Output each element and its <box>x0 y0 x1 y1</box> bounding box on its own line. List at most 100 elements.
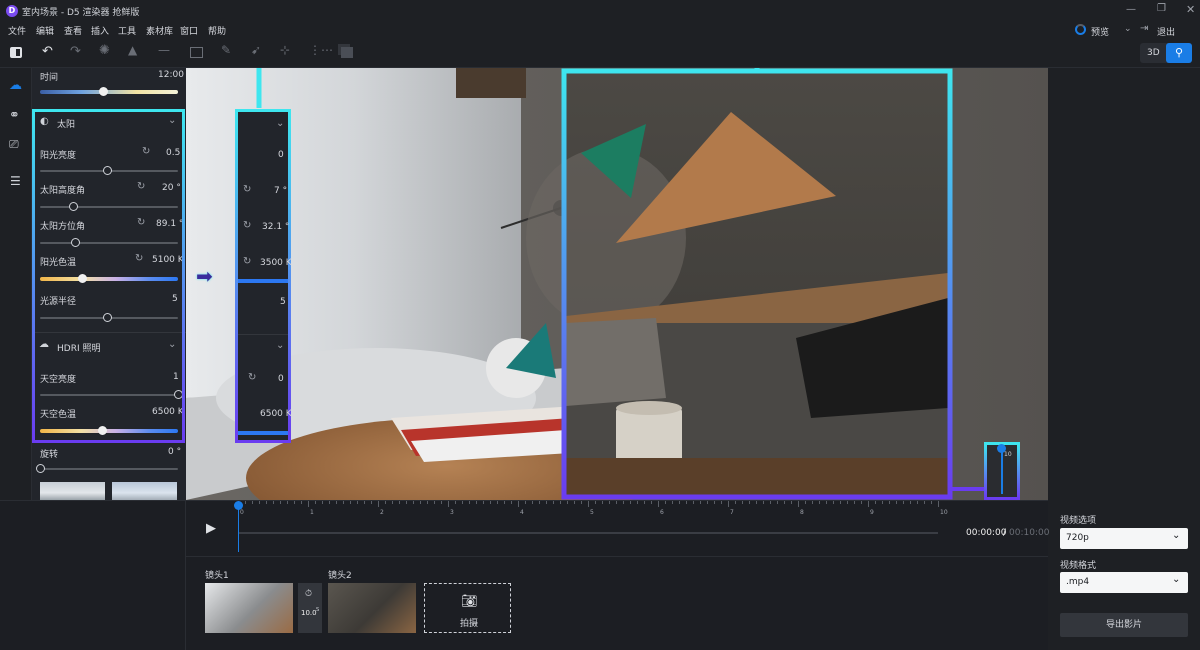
ruler-label: 10 <box>940 509 948 516</box>
camera-icon[interactable]: ⎚ <box>9 137 19 152</box>
menu-assets[interactable]: 素材库 <box>146 24 173 37</box>
close-icon[interactable]: ✕ <box>1186 3 1195 16</box>
ruler-tick <box>826 501 827 504</box>
ruler-tick <box>609 501 610 504</box>
panel-toggle-icon[interactable] <box>10 47 22 58</box>
reset-icon[interactable]: ↻ <box>243 256 251 267</box>
redo-icon[interactable]: ↷ <box>70 44 81 59</box>
ruler-label: 0 <box>240 509 244 516</box>
export-video-button[interactable]: 导出影片 <box>1060 613 1188 637</box>
ruler-tick <box>630 501 631 504</box>
restore-icon[interactable]: ❐ <box>1157 3 1166 14</box>
ruler-tick <box>658 501 659 507</box>
undo-icon[interactable]: ↶ <box>42 44 53 59</box>
format-select[interactable]: .mp4 ⌄ <box>1060 572 1188 593</box>
ruler-tick <box>875 501 876 504</box>
weather-icon[interactable]: ☁ <box>9 78 22 93</box>
pointer-tool-icon[interactable]: ➹ <box>251 43 261 57</box>
ruler-tick <box>637 501 638 504</box>
light-icon[interactable]: ✺ <box>99 43 110 58</box>
transform-icon[interactable]: ⊹ <box>280 43 290 57</box>
ruler-tick <box>721 501 722 504</box>
total-time: 00:10:00 <box>1009 528 1050 538</box>
ruler-tick <box>805 501 806 504</box>
left-panel-callout-frame <box>32 109 185 443</box>
rect-tool-icon[interactable] <box>190 47 203 58</box>
exit-button[interactable]: 退出 <box>1157 25 1175 38</box>
view-3d-button[interactable]: 3D <box>1147 48 1160 58</box>
ruler-tick <box>525 501 526 504</box>
video-options-label: 视频选项 <box>1060 516 1097 526</box>
notes-icon[interactable]: ☰ <box>10 174 21 188</box>
ruler-tick <box>336 501 337 504</box>
menu-view[interactable]: 查看 <box>64 24 82 37</box>
chevron-down-icon: ⌄ <box>276 118 285 129</box>
play-icon[interactable]: ▶ <box>206 521 216 536</box>
menu-window[interactable]: 窗口 <box>180 24 198 37</box>
preview-button[interactable]: 预览 <box>1091 25 1109 38</box>
resolution-select[interactable]: 720p ⌄ <box>1060 528 1188 549</box>
title-bar: D 室内场景 - D5 渲染器 抢鲜版 — ❐ ✕ <box>0 0 1200 22</box>
compare-value: 5 <box>280 297 286 307</box>
line-tool-icon[interactable]: — <box>158 43 170 57</box>
ruler-tick <box>791 501 792 504</box>
ruler-tick <box>868 501 869 507</box>
material-icon[interactable]: ⚭ <box>9 108 20 123</box>
capture-button[interactable]: 📷︎ 拍摄 <box>424 583 511 633</box>
ruler-tick <box>798 501 799 507</box>
time-slider-track[interactable] <box>40 90 178 94</box>
playhead[interactable] <box>238 504 239 552</box>
ruler-label: 2 <box>380 509 384 516</box>
spot-light-icon[interactable]: ▲ <box>128 43 137 57</box>
playhead-handle[interactable] <box>234 501 243 510</box>
menu-edit[interactable]: 编辑 <box>36 24 54 37</box>
time-separator: / <box>1003 528 1007 538</box>
reset-icon[interactable]: ↻ <box>248 372 256 383</box>
ruler-tick <box>392 501 393 504</box>
menu-help[interactable]: 帮助 <box>208 24 226 37</box>
menu-bar: 文件 编辑 查看 插入 工具 素材库 窗口 帮助 预览 ⌄ ⇥ 退出 <box>0 22 1200 38</box>
preview-icon[interactable] <box>1075 24 1086 35</box>
clip-thumbnail[interactable] <box>328 583 416 633</box>
mini-slider-track[interactable] <box>1001 448 1003 494</box>
ruler-tick <box>399 501 400 504</box>
hdri-thumbnail[interactable] <box>40 482 105 500</box>
walk-mode-button[interactable]: ⚲ <box>1166 43 1192 63</box>
time-value: 12:00 <box>158 70 184 80</box>
layers-icon[interactable] <box>341 47 353 58</box>
reset-icon[interactable]: ↻ <box>243 220 251 231</box>
capture-label: 拍摄 <box>460 619 479 629</box>
clip-duration-box[interactable]: ⏱ 10.0 S <box>298 583 322 633</box>
ruler-label: 5 <box>590 509 594 516</box>
ruler-tick <box>595 501 596 504</box>
exit-icon[interactable]: ⇥ <box>1140 23 1148 34</box>
ruler-tick <box>476 501 477 504</box>
menu-tools[interactable]: 工具 <box>118 24 136 37</box>
ruler-tick <box>931 501 932 504</box>
time-slider-knob[interactable] <box>98 87 108 96</box>
clip-thumbnail[interactable] <box>205 583 293 633</box>
reset-icon[interactable]: ↻ <box>243 184 251 195</box>
timeline-track[interactable] <box>238 532 938 534</box>
ruler-tick <box>315 501 316 504</box>
timeline-ruler[interactable]: 0 1 2 3 4 5 6 7 8 9 10 <box>238 501 948 521</box>
ruler-tick <box>455 501 456 504</box>
align-icon[interactable]: ⋮⋯ <box>309 43 333 57</box>
menu-file[interactable]: 文件 <box>8 24 26 37</box>
minimize-icon[interactable]: — <box>1126 4 1136 15</box>
rotate-knob[interactable] <box>35 464 45 473</box>
preview-dropdown-icon[interactable]: ⌄ <box>1124 24 1132 34</box>
pen-tool-icon[interactable]: ✎ <box>221 43 231 57</box>
ruler-label: 7 <box>730 509 734 516</box>
hdri-thumbnail[interactable] <box>112 482 177 500</box>
ruler-tick <box>329 501 330 504</box>
ruler-tick <box>588 501 589 507</box>
rotate-track[interactable] <box>40 468 178 470</box>
compare-value: 0 <box>278 374 284 384</box>
export-video-label: 导出影片 <box>1105 620 1142 630</box>
menu-insert[interactable]: 插入 <box>91 24 109 37</box>
current-time: 00:00:00 <box>966 528 1007 538</box>
render-viewport[interactable]: 10 <box>186 68 1048 500</box>
ruler-tick <box>273 501 274 504</box>
ruler-tick <box>903 501 904 504</box>
